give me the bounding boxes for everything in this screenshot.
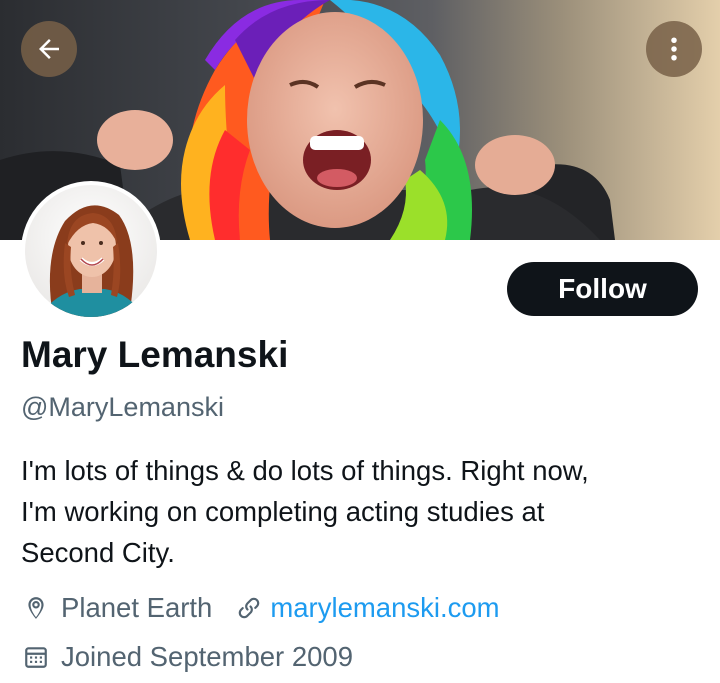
map-pin-icon	[21, 593, 51, 623]
profile-display-name: Mary Lemanski	[21, 334, 289, 375]
profile-website-link[interactable]: marylemanski.com	[270, 592, 499, 624]
profile-avatar[interactable]	[21, 181, 161, 321]
calendar-icon	[21, 642, 51, 672]
profile-joined-date: Joined September 2009	[61, 641, 354, 672]
profile-handle: @MaryLemanski	[21, 392, 224, 422]
profile-bio: I'm lots of things & do lots of things. …	[21, 450, 701, 573]
arrow-left-icon	[34, 34, 64, 64]
profile-location: Planet Earth	[61, 592, 213, 623]
follow-button[interactable]: Follow	[507, 262, 698, 316]
bio-line: I'm lots of things & do lots of things. …	[21, 455, 589, 486]
link-icon	[234, 593, 264, 623]
bio-line: Second City.	[21, 537, 175, 568]
profile-meta-location-website: Planet Earth marylemanski.com	[21, 588, 500, 628]
avatar-photo	[25, 185, 157, 317]
bio-line: I'm working on completing acting studies…	[21, 496, 545, 527]
profile-page: Follow Mary Lemanski @MaryLemanski I'm l…	[0, 0, 720, 683]
profile-meta-joined: Joined September 2009	[21, 637, 353, 677]
back-button[interactable]	[21, 21, 77, 77]
more-options-button[interactable]	[646, 21, 702, 77]
more-vertical-icon	[659, 34, 689, 64]
follow-button-label: Follow	[558, 273, 647, 304]
